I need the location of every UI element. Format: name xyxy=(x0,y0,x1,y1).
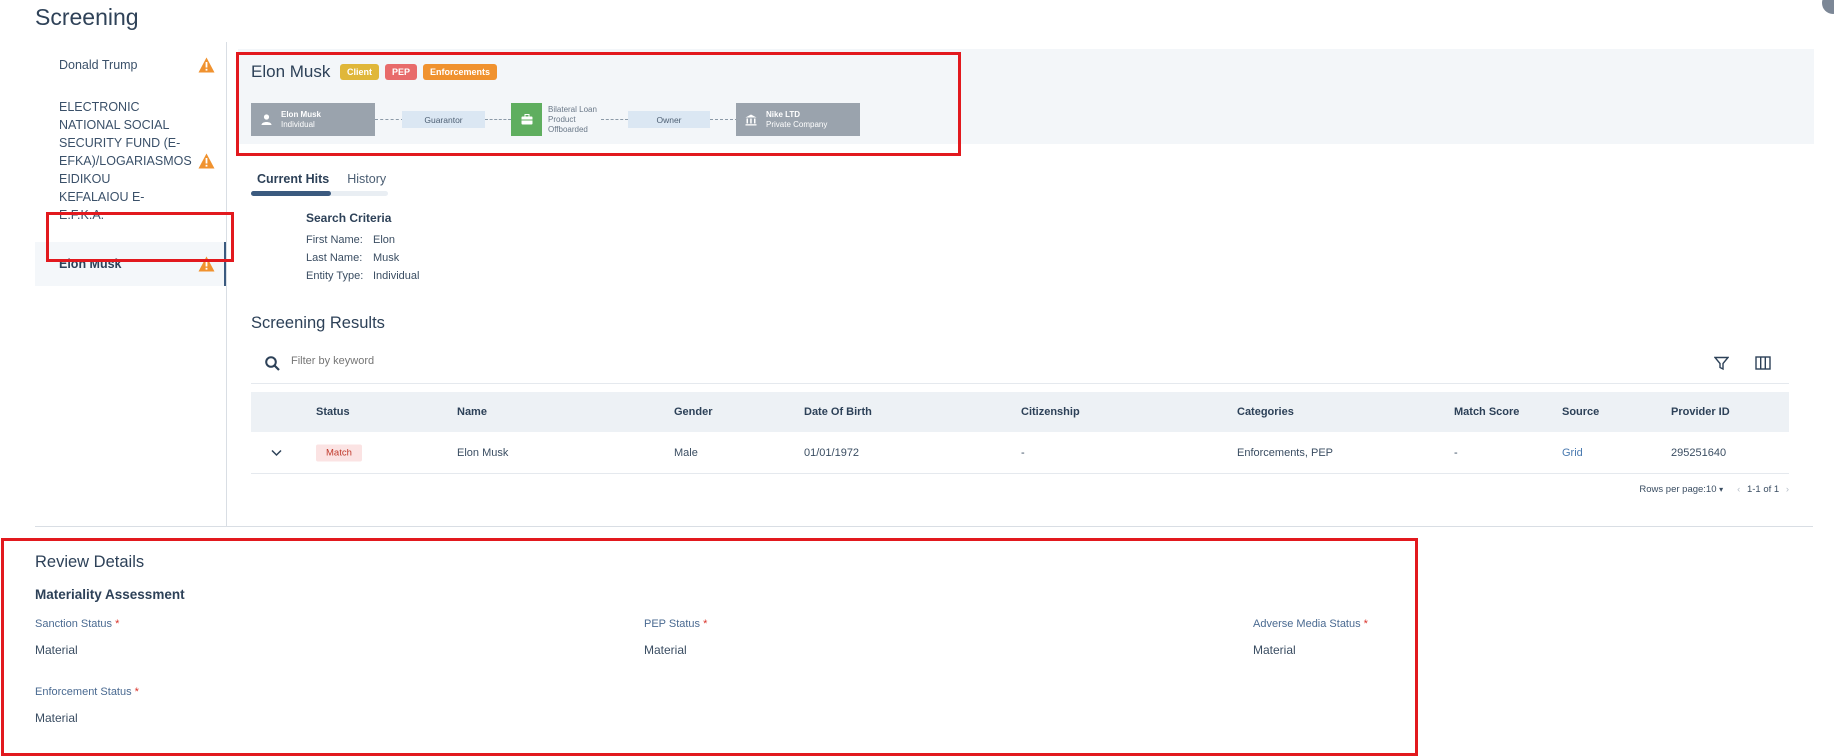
table-row[interactable]: Match Elon Musk Male 01/01/1972 - Enforc… xyxy=(251,432,1789,474)
field-value: Material xyxy=(644,643,687,657)
criteria-row: Entity Type: Individual xyxy=(306,267,419,285)
cell-gender: Male xyxy=(674,446,698,459)
field-value: Material xyxy=(35,643,78,657)
column-header-status[interactable]: Status xyxy=(316,406,350,418)
column-header-name[interactable]: Name xyxy=(457,406,487,418)
cell-citizenship: - xyxy=(1021,446,1025,459)
cell-dob: 01/01/1972 xyxy=(804,446,860,459)
required-marker: * xyxy=(1363,618,1368,630)
column-header-provider-id[interactable]: Provider ID xyxy=(1671,406,1730,418)
sidebar-item-donald-trump[interactable]: Donald Trump xyxy=(35,48,227,82)
column-header-source[interactable]: Source xyxy=(1562,406,1599,418)
field-value: Material xyxy=(1253,643,1296,657)
column-header-gender[interactable]: Gender xyxy=(674,406,713,418)
table-header: Status Name Gender Date Of Birth Citizen… xyxy=(251,392,1789,432)
source-link[interactable]: Grid xyxy=(1562,447,1583,459)
search-criteria: Search Criteria First Name: Elon Last Nam… xyxy=(306,211,419,285)
table-pagination: Rows per page:10 ▾ ‹ 1-1 of 1 › xyxy=(1639,484,1789,495)
tab-indicator xyxy=(251,191,331,196)
sidebar-divider xyxy=(226,42,227,526)
required-marker: * xyxy=(703,618,708,630)
rows-per-page-select[interactable]: Rows per page:10 ▾ xyxy=(1639,484,1723,495)
cell-name: Elon Musk xyxy=(457,446,509,459)
warning-icon xyxy=(198,153,215,169)
caret-down-icon: ▾ xyxy=(1719,485,1724,494)
page-range: 1-1 of 1 xyxy=(1746,484,1780,495)
criteria-key: Last Name: xyxy=(306,252,363,264)
field-value: Material xyxy=(35,711,78,725)
criteria-value: Individual xyxy=(373,270,420,282)
criteria-key: First Name: xyxy=(306,234,363,246)
required-marker: * xyxy=(134,686,139,698)
column-header-citizenship[interactable]: Citizenship xyxy=(1021,406,1080,418)
required-marker: * xyxy=(115,618,120,630)
criteria-value: Musk xyxy=(373,252,400,264)
prev-page-icon[interactable]: ‹ xyxy=(1737,484,1740,495)
enforcement-status-field[interactable]: Enforcement Status * Material xyxy=(35,686,139,725)
next-page-icon[interactable]: › xyxy=(1786,484,1789,495)
highlight-box-sidebar xyxy=(46,212,234,262)
cell-categories: Enforcements, PEP xyxy=(1237,446,1333,459)
field-label: Sanction Status xyxy=(35,618,113,630)
user-avatar-icon[interactable] xyxy=(1822,0,1834,14)
highlight-box-header xyxy=(236,52,961,156)
materiality-title: Materiality Assessment xyxy=(35,587,185,602)
field-label: PEP Status xyxy=(644,618,701,630)
page-title: Screening xyxy=(35,4,139,30)
criteria-title: Search Criteria xyxy=(306,211,392,225)
field-label: Enforcement Status xyxy=(35,686,132,698)
table-searchbar xyxy=(251,344,1789,384)
pep-status-field[interactable]: PEP Status * Material xyxy=(644,618,707,657)
sidebar-item-label: Donald Trump xyxy=(59,58,138,72)
rows-per-page-label: Rows per page:10 xyxy=(1639,484,1717,495)
columns-icon[interactable] xyxy=(1755,356,1771,370)
search-icon xyxy=(265,356,280,371)
criteria-row: Last Name: Musk xyxy=(306,249,419,267)
column-header-dob[interactable]: Date Of Birth xyxy=(804,406,872,418)
pagination-controls: ‹ 1-1 of 1 › xyxy=(1737,484,1789,495)
cell-provider-id: 295251640 xyxy=(1671,446,1727,459)
filter-icon[interactable] xyxy=(1714,356,1729,371)
status-badge: Match xyxy=(316,444,362,461)
warning-icon xyxy=(198,57,215,73)
sidebar-item-label: ELECTRONIC NATIONAL SOCIAL SECURITY FUND… xyxy=(59,100,192,222)
column-header-match-score[interactable]: Match Score xyxy=(1454,406,1519,418)
results-table: Status Name Gender Date Of Birth Citizen… xyxy=(251,344,1789,495)
sanction-status-field[interactable]: Sanction Status * Material xyxy=(35,618,119,657)
column-header-categories[interactable]: Categories xyxy=(1237,406,1294,418)
chevron-down-icon[interactable] xyxy=(271,449,282,456)
field-label: Adverse Media Status xyxy=(1253,618,1361,630)
section-divider xyxy=(35,526,1813,527)
criteria-row: First Name: Elon xyxy=(306,231,419,249)
criteria-value: Elon xyxy=(373,234,396,246)
adverse-media-status-field[interactable]: Adverse Media Status * Material xyxy=(1253,618,1368,657)
cell-match-score: - xyxy=(1454,446,1458,459)
criteria-key: Entity Type: xyxy=(306,270,364,282)
sidebar-item-efka[interactable]: ELECTRONIC NATIONAL SOCIAL SECURITY FUND… xyxy=(35,90,227,232)
filter-keyword-input[interactable] xyxy=(291,355,791,367)
highlight-box-review xyxy=(1,538,1418,756)
results-title: Screening Results xyxy=(251,314,385,332)
review-title: Review Details xyxy=(35,553,145,571)
